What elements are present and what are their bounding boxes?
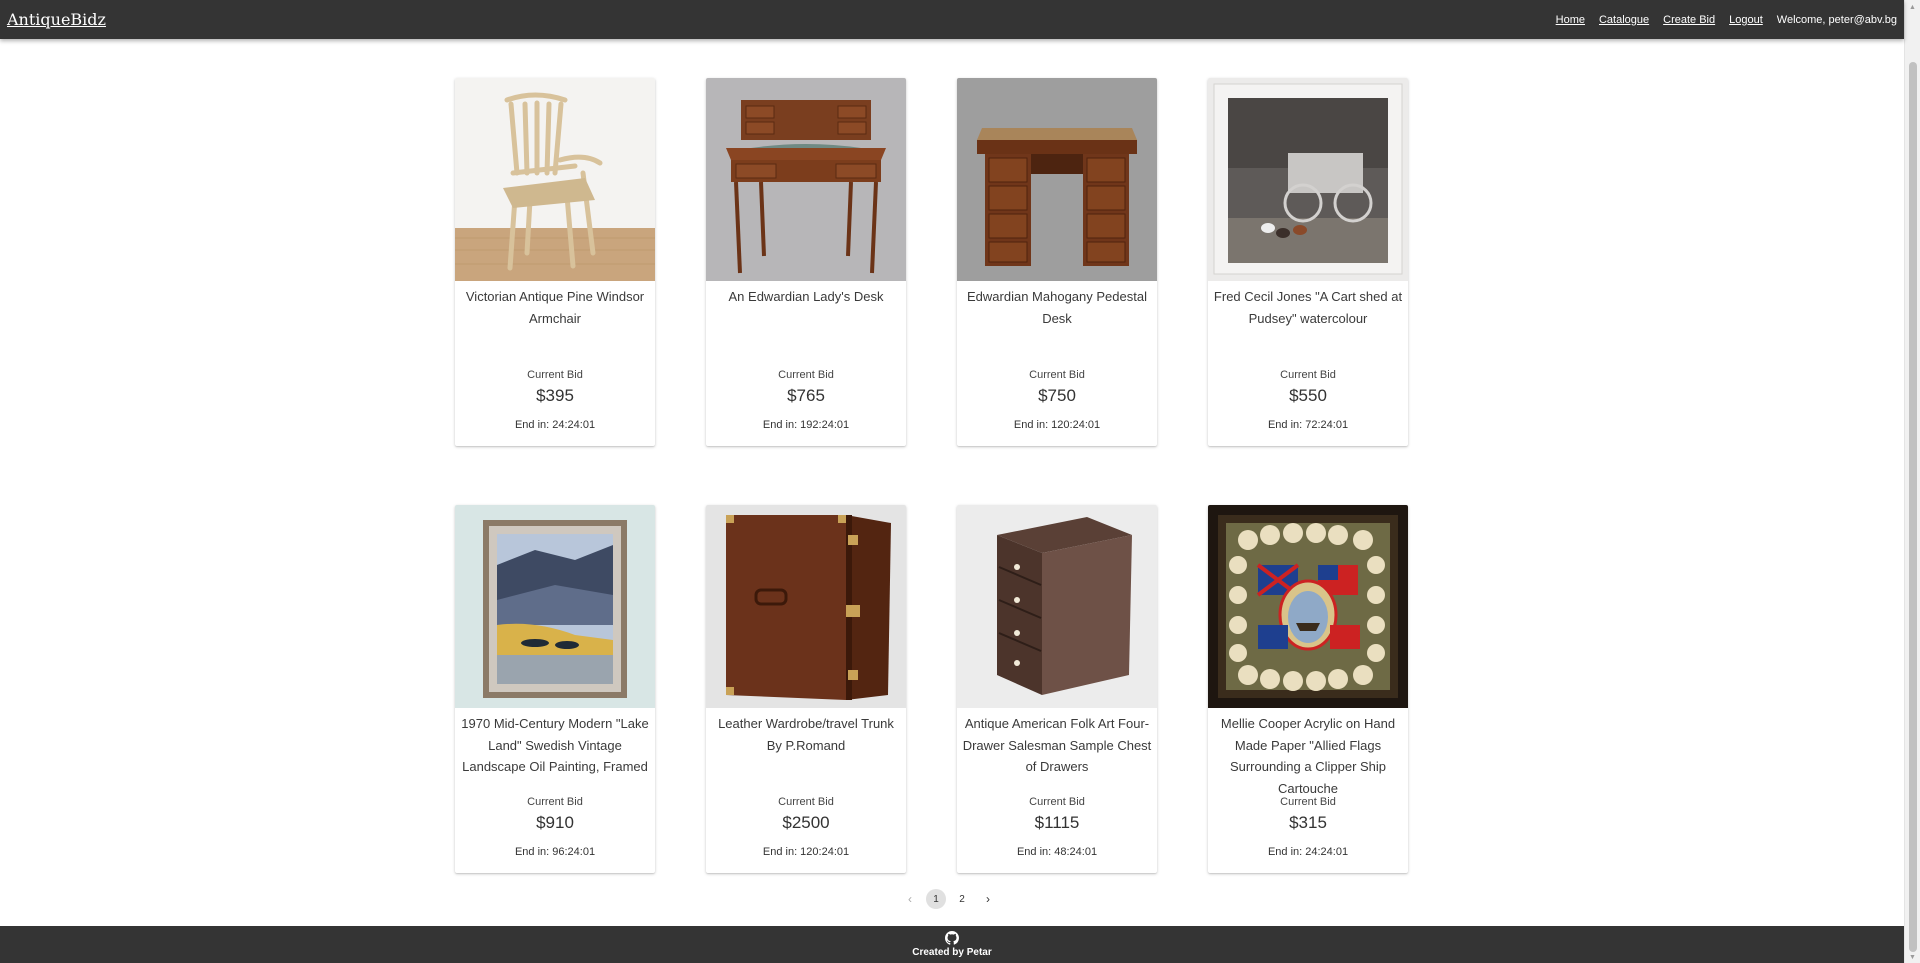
item-title: Fred Cecil Jones "A Cart shed at Pudsey"… (1213, 289, 1403, 326)
current-bid-label: Current Bid (1029, 796, 1085, 808)
top-navbar: AntiqueBidz Home Catalogue Create Bid Lo… (0, 0, 1904, 39)
pagination-next-button[interactable]: › (978, 889, 998, 909)
current-bid-price: $395 (536, 386, 574, 405)
current-bid-price: $2500 (782, 813, 830, 832)
end-timer: End in: 24:24:01 (1267, 846, 1349, 858)
current-bid-label: Current Bid (1280, 369, 1336, 381)
current-bid-label: Current Bid (778, 796, 834, 808)
scroll-up-arrow-icon[interactable]: ▲ (1909, 4, 1916, 11)
footer-credit: Created by Petar (912, 947, 992, 958)
auction-card[interactable]: Antique American Folk Art Four-Drawer Sa… (957, 505, 1157, 873)
brand-logo-link[interactable]: AntiqueBidz (7, 10, 106, 29)
product-image-cart-shed-watercolour[interactable] (1208, 78, 1408, 281)
auction-grid: Victorian Antique Pine Windsor Armchair … (455, 78, 1408, 873)
item-title: Antique American Folk Art Four-Drawer Sa… (962, 716, 1152, 774)
auction-card[interactable]: Leather Wardrobe/travel Trunk By P.Roman… (706, 505, 906, 873)
end-timer: End in: 120:24:01 (1013, 419, 1101, 431)
scrollbar-thumb[interactable] (1909, 62, 1917, 952)
product-image-windsor-armchair[interactable] (455, 78, 655, 281)
product-image-allied-flags-painting[interactable] (1208, 505, 1408, 708)
nav-home-link[interactable]: Home (1556, 14, 1585, 26)
current-bid-price: $1115 (1034, 813, 1080, 832)
item-title: Mellie Cooper Acrylic on Hand Made Paper… (1220, 716, 1396, 796)
page-footer: Created by Petar (0, 926, 1904, 963)
auction-card[interactable]: Victorian Antique Pine Windsor Armchair … (455, 78, 655, 446)
auction-card[interactable]: Mellie Cooper Acrylic on Hand Made Paper… (1208, 505, 1408, 873)
current-bid-price: $550 (1289, 386, 1327, 405)
end-timer: End in: 72:24:01 (1267, 419, 1349, 431)
nav-logout-link[interactable]: Logout (1729, 14, 1763, 26)
end-timer: End in: 192:24:01 (762, 419, 850, 431)
item-title: 1970 Mid-Century Modern "Lake Land" Swed… (461, 716, 649, 774)
auction-card[interactable]: 1970 Mid-Century Modern "Lake Land" Swed… (455, 505, 655, 873)
end-timer: End in: 48:24:01 (1016, 846, 1098, 858)
current-bid-label: Current Bid (1029, 369, 1085, 381)
end-timer: End in: 96:24:01 (514, 846, 596, 858)
current-bid-label: Current Bid (1280, 796, 1336, 808)
product-image-salesman-sample-chest[interactable] (957, 505, 1157, 708)
current-bid-price: $750 (1038, 386, 1076, 405)
product-image-lake-land-painting[interactable] (455, 505, 655, 708)
auction-card[interactable]: An Edwardian Lady's Desk Current Bid $76… (706, 78, 906, 446)
current-bid-label: Current Bid (527, 796, 583, 808)
welcome-text: Welcome, peter@abv.bg (1776, 13, 1897, 26)
github-icon[interactable] (945, 931, 959, 945)
product-image-leather-trunk[interactable] (706, 505, 906, 708)
item-title: An Edwardian Lady's Desk (728, 289, 884, 304)
main-nav: Home Catalogue Create Bid Logout Welcome… (1542, 14, 1897, 26)
current-bid-label: Current Bid (778, 369, 834, 381)
scroll-down-arrow-icon[interactable]: ▼ (1909, 954, 1916, 961)
auction-card[interactable]: Edwardian Mahogany Pedestal Desk Current… (957, 78, 1157, 446)
pagination-prev-button[interactable]: ‹ (900, 889, 920, 909)
end-timer: End in: 120:24:01 (762, 846, 850, 858)
pagination-page-2[interactable]: 2 (952, 889, 972, 909)
current-bid-price: $315 (1289, 813, 1327, 832)
end-timer: End in: 24:24:01 (514, 419, 596, 431)
item-title: Leather Wardrobe/travel Trunk By P.Roman… (718, 716, 894, 753)
page-scrollbar[interactable]: ▲ ▼ (1904, 0, 1920, 963)
current-bid-label: Current Bid (527, 369, 583, 381)
nav-catalogue-link[interactable]: Catalogue (1599, 14, 1649, 26)
current-bid-price: $910 (536, 813, 574, 832)
item-title: Edwardian Mahogany Pedestal Desk (967, 289, 1147, 326)
nav-create-bid-link[interactable]: Create Bid (1663, 14, 1715, 26)
current-bid-price: $765 (787, 386, 825, 405)
pagination: ‹ 1 2 › (900, 889, 998, 909)
item-title: Victorian Antique Pine Windsor Armchair (465, 289, 645, 326)
product-image-edwardian-ladys-desk[interactable] (706, 78, 906, 281)
pagination-page-1[interactable]: 1 (926, 889, 946, 909)
product-image-mahogany-pedestal-desk[interactable] (957, 78, 1157, 281)
auction-card[interactable]: Fred Cecil Jones "A Cart shed at Pudsey"… (1208, 78, 1408, 446)
